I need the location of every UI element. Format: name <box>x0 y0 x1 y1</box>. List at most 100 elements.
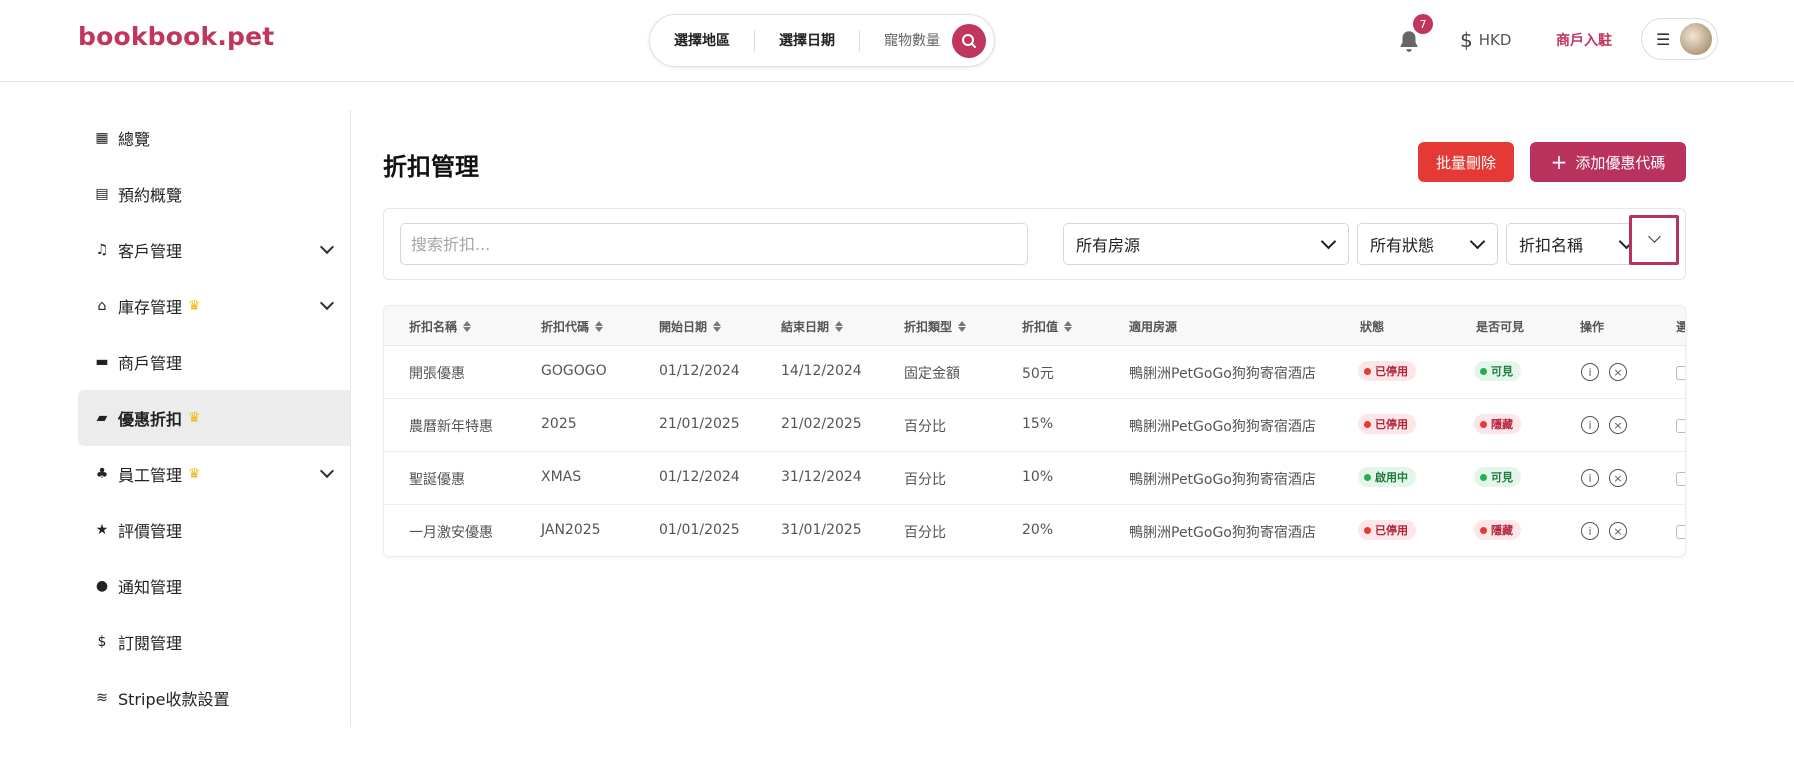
sidebar-item-label: 優惠折扣 <box>118 410 183 429</box>
column-header-4[interactable]: 折扣類型 <box>904 318 967 335</box>
merchant-signup-link[interactable]: 商戶入駐 <box>1556 30 1612 50</box>
search-bar[interactable]: 選擇地區 選擇日期 寵物數量 <box>649 14 995 67</box>
pet-count-selector[interactable]: 寵物數量 <box>860 30 952 52</box>
crown-icon: ♛ <box>188 298 201 314</box>
column-header-2[interactable]: 開始日期 <box>659 318 722 335</box>
info-icon[interactable]: i <box>1581 416 1599 434</box>
sidebar-item-4[interactable]: ▬ 商戶管理 <box>78 334 350 390</box>
warehouse-icon: ⌂ <box>97 298 107 314</box>
column-header-label: 結束日期 <box>781 320 830 334</box>
chevron-down-icon <box>1320 233 1337 250</box>
column-header-label: 折扣代碼 <box>541 320 590 334</box>
sort-icon <box>595 321 604 332</box>
status-dot-icon <box>1480 526 1487 534</box>
info-icon[interactable]: i <box>1581 469 1599 487</box>
user-menu-button[interactable]: ☰ <box>1641 18 1718 60</box>
search-icon <box>962 33 976 48</box>
calendar-icon: ▤ <box>95 186 109 202</box>
region-selector[interactable]: 選擇地區 <box>650 29 755 52</box>
sidebar-item-8[interactable]: ● 通知管理 <box>78 558 350 614</box>
sidebar-item-0[interactable]: ▦ 總覽 <box>78 110 350 166</box>
sidebar-item-1[interactable]: ▤ 預約概覽 <box>78 166 350 222</box>
sidebar-item-6[interactable]: ♣ 員工管理 ♛ <box>78 446 350 502</box>
bulk-delete-button[interactable]: 批量刪除 <box>1418 142 1514 182</box>
info-icon[interactable]: i <box>1581 363 1599 381</box>
column-header-5[interactable]: 折扣值 <box>1022 318 1073 335</box>
delete-circle-icon[interactable]: × <box>1609 522 1627 540</box>
sidebar-item-7[interactable]: ★ 評價管理 <box>78 502 350 558</box>
cell-code: 2025 <box>541 416 577 432</box>
status-filter-select[interactable]: 所有狀態 <box>1357 223 1498 265</box>
cell-value: 15% <box>1022 416 1054 432</box>
column-header-9: 操作 <box>1580 318 1604 335</box>
delete-circle-icon[interactable]: × <box>1609 469 1627 487</box>
sort-by-select[interactable]: 折扣名稱 <box>1506 223 1647 265</box>
row-select-checkbox[interactable] <box>1676 525 1685 539</box>
sidebar-item-label: 商戶管理 <box>118 354 183 373</box>
cell-start: 01/01/2025 <box>659 522 740 538</box>
table-row: 一月激安優惠 JAN2025 01/01/2025 31/01/2025 百分比 20% 鴨… <box>384 505 1685 556</box>
stripe-icon: ≋ <box>96 690 108 706</box>
discount-search-input[interactable] <box>400 223 1028 265</box>
search-button[interactable] <box>952 23 986 58</box>
sidebar-item-label: 員工管理 <box>118 466 183 485</box>
bell-icon: ● <box>95 578 109 594</box>
column-header-3[interactable]: 結束日期 <box>781 318 844 335</box>
sidebar-item-label: 通知管理 <box>118 578 183 597</box>
status-badge-label: 已停用 <box>1375 524 1408 537</box>
currency-selector[interactable]: $ HKD <box>1460 28 1511 52</box>
info-icon[interactable]: i <box>1581 522 1599 540</box>
headset-icon: ♫ <box>95 242 109 258</box>
discount-table: 折扣名稱 折扣代碼 開始日期 結束日期 折扣類型 折扣值 適用房源 狀態 是否可見 操作 選 開張優… <box>383 305 1686 557</box>
visible-badge: 可見 <box>1474 361 1521 381</box>
column-header-8: 是否可見 <box>1476 318 1524 335</box>
dollar-icon: $ <box>97 634 107 650</box>
visible-badge: 可見 <box>1474 467 1521 487</box>
sort-order-toggle-button[interactable] <box>1629 215 1679 265</box>
delete-circle-icon[interactable]: × <box>1609 416 1627 434</box>
status-badge-label: 啟用中 <box>1375 471 1408 484</box>
star-icon: ★ <box>95 522 109 538</box>
sidebar-item-5[interactable]: ▰ 優惠折扣 ♛ <box>78 390 350 446</box>
cell-start: 01/12/2024 <box>659 469 740 485</box>
notification-badge: 7 <box>1413 14 1433 34</box>
column-header-label: 選 <box>1676 318 1685 335</box>
cell-end: 14/12/2024 <box>781 363 862 379</box>
column-header-label: 狀態 <box>1360 320 1385 334</box>
status-dot-icon <box>1364 367 1371 375</box>
column-header-label: 操作 <box>1580 320 1605 334</box>
property-filter-select[interactable]: 所有房源 <box>1063 223 1349 265</box>
date-selector[interactable]: 選擇日期 <box>755 29 860 52</box>
row-select-checkbox[interactable] <box>1676 419 1685 433</box>
chevron-down-icon <box>1648 230 1661 243</box>
status-filter-value: 所有狀態 <box>1370 236 1435 255</box>
sidebar-item-3[interactable]: ⌂ 庫存管理 ♛ <box>78 278 350 334</box>
row-select-checkbox[interactable] <box>1676 366 1685 380</box>
visible-badge-label: 隱藏 <box>1491 418 1513 431</box>
cell-value: 20% <box>1022 522 1054 538</box>
cell-type: 百分比 <box>904 419 946 435</box>
row-select-checkbox[interactable] <box>1676 472 1685 486</box>
cell-type: 固定金額 <box>904 366 960 382</box>
visible-badge-label: 可見 <box>1491 471 1513 484</box>
sort-icon <box>713 321 722 332</box>
store-icon: ▬ <box>95 354 109 370</box>
table-row: 聖誕優惠 XMAS 01/12/2024 31/12/2024 百分比 10% 鴨脷洲Pet… <box>384 452 1685 505</box>
sidebar-item-10[interactable]: ≋ Stripe收款設置 <box>78 670 350 726</box>
sidebar-item-label: 預約概覽 <box>118 186 183 205</box>
add-coupon-button[interactable]: + 添加優惠代碼 <box>1530 142 1686 182</box>
logo[interactable]: bookbook.pet <box>78 22 274 51</box>
column-header-1[interactable]: 折扣代碼 <box>541 318 604 335</box>
sidebar-item-2[interactable]: ♫ 客戶管理 <box>78 222 350 278</box>
cell-name: 一月激安優惠 <box>409 525 493 541</box>
delete-circle-icon[interactable]: × <box>1609 363 1627 381</box>
sidebar-item-9[interactable]: $ 訂閱管理 <box>78 614 350 670</box>
hamburger-menu-icon: ☰ <box>1656 29 1671 49</box>
cell-code: JAN2025 <box>541 522 601 538</box>
sidebar-item-label: 訂閱管理 <box>118 634 183 653</box>
column-header-0[interactable]: 折扣名稱 <box>409 318 472 335</box>
cell-value: 50元 <box>1022 366 1054 382</box>
column-header-label: 開始日期 <box>659 320 708 334</box>
sidebar: ▦ 總覽 ▤ 預約概覽 ♫ 客戶管理 ⌂ 庫存管理 ♛ ▬ 商戶管理 ▰ 優惠折扣 ♛ ♣ 員工管理 ♛ ★ 評價管… <box>78 110 351 727</box>
sidebar-item-label: Stripe收款設置 <box>118 690 230 709</box>
